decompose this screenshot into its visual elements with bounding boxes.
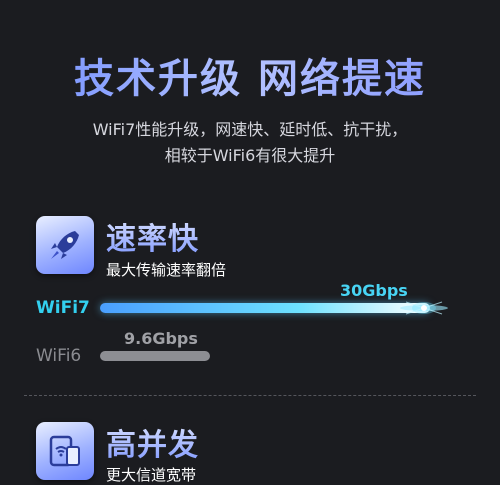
feature-title-speed: 速率快 xyxy=(106,214,199,258)
subtitle-line-2: 相较于WiFi6有很大提升 xyxy=(164,146,336,165)
section-divider xyxy=(24,395,476,396)
wifi7-bar xyxy=(100,303,430,313)
rocket-icon xyxy=(36,216,94,274)
wifi6-bar xyxy=(100,351,210,361)
wifi6-value: 9.6Gbps xyxy=(124,329,198,348)
wifi7-label: WiFi7 xyxy=(36,298,90,318)
tablet-wifi-icon xyxy=(36,422,94,480)
headline: 技术升级 网络提速 xyxy=(0,46,500,104)
feature-subtitle-speed: 最大传输速率翻倍 xyxy=(106,261,227,279)
feature-subtitle-concurrency: 更大信道宽带 xyxy=(106,466,197,484)
feature-title-concurrency: 高并发 xyxy=(106,420,199,464)
wifi6-label: WiFi6 xyxy=(36,346,82,366)
subtitle-line-1: WiFi7性能升级，网速快、延时低、抗干扰， xyxy=(92,120,408,139)
wifi7-bar-glow xyxy=(400,301,448,315)
